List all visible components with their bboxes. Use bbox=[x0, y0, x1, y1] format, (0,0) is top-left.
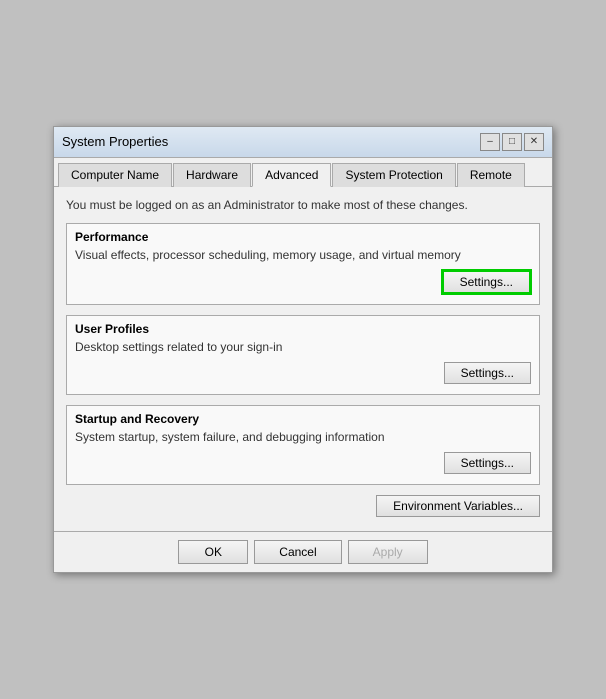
tab-advanced[interactable]: Advanced bbox=[252, 163, 331, 187]
tabs-bar: Computer Name Hardware Advanced System P… bbox=[54, 158, 552, 187]
env-btn-row: Environment Variables... bbox=[66, 495, 540, 517]
startup-recovery-section: Startup and Recovery System startup, sys… bbox=[66, 405, 540, 485]
apply-button[interactable]: Apply bbox=[348, 540, 428, 564]
performance-desc: Visual effects, processor scheduling, me… bbox=[75, 248, 531, 262]
user-profiles-btn-row: Settings... bbox=[75, 362, 531, 384]
startup-recovery-settings-button[interactable]: Settings... bbox=[444, 452, 531, 474]
performance-section: Performance Visual effects, processor sc… bbox=[66, 223, 540, 305]
tab-computer-name[interactable]: Computer Name bbox=[58, 163, 172, 187]
startup-recovery-title: Startup and Recovery bbox=[75, 412, 531, 426]
performance-title: Performance bbox=[75, 230, 531, 244]
performance-settings-button[interactable]: Settings... bbox=[442, 270, 531, 294]
system-properties-window: System Properties – □ ✕ Computer Name Ha… bbox=[53, 126, 553, 574]
maximize-button[interactable]: □ bbox=[502, 133, 522, 151]
user-profiles-section: User Profiles Desktop settings related t… bbox=[66, 315, 540, 395]
user-profiles-settings-button[interactable]: Settings... bbox=[444, 362, 531, 384]
tab-system-protection[interactable]: System Protection bbox=[332, 163, 455, 187]
startup-recovery-desc: System startup, system failure, and debu… bbox=[75, 430, 531, 444]
bottom-bar: OK Cancel Apply bbox=[54, 531, 552, 572]
title-bar: System Properties – □ ✕ bbox=[54, 127, 552, 158]
title-bar-controls: – □ ✕ bbox=[480, 133, 544, 151]
tab-hardware[interactable]: Hardware bbox=[173, 163, 251, 187]
cancel-button[interactable]: Cancel bbox=[254, 540, 341, 564]
minimize-button[interactable]: – bbox=[480, 133, 500, 151]
performance-btn-row: Settings... bbox=[75, 270, 531, 294]
window-title: System Properties bbox=[62, 134, 168, 149]
ok-button[interactable]: OK bbox=[178, 540, 248, 564]
admin-notice: You must be logged on as an Administrato… bbox=[66, 197, 540, 214]
user-profiles-desc: Desktop settings related to your sign-in bbox=[75, 340, 531, 354]
close-button[interactable]: ✕ bbox=[524, 133, 544, 151]
tab-content: You must be logged on as an Administrato… bbox=[54, 187, 552, 532]
tab-remote[interactable]: Remote bbox=[457, 163, 525, 187]
startup-recovery-btn-row: Settings... bbox=[75, 452, 531, 474]
user-profiles-title: User Profiles bbox=[75, 322, 531, 336]
environment-variables-button[interactable]: Environment Variables... bbox=[376, 495, 540, 517]
